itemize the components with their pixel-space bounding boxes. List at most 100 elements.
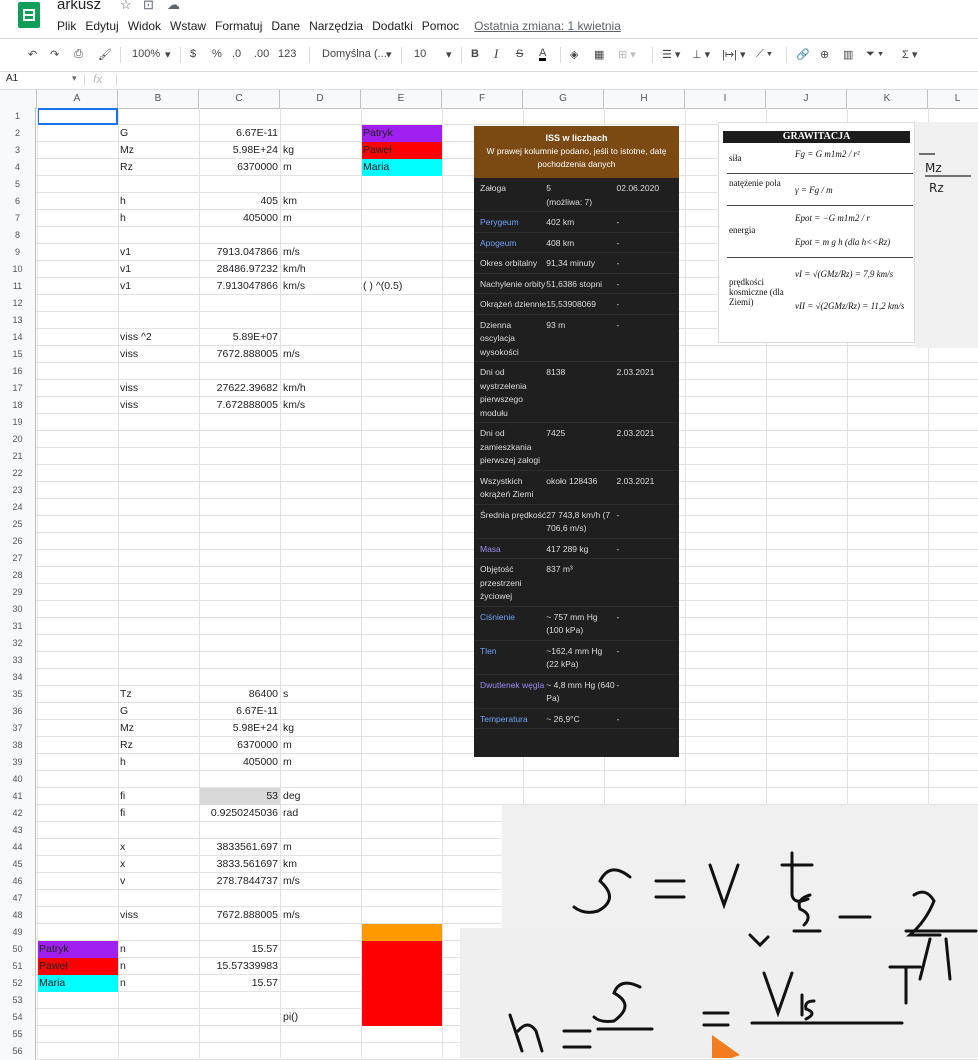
sheets-logo-icon[interactable] xyxy=(18,2,40,28)
cell-d41[interactable]: deg xyxy=(281,788,303,804)
iss-row-label[interactable]: Masa xyxy=(480,543,546,557)
font-size-select[interactable]: 10 xyxy=(414,48,426,60)
row-header[interactable]: 42 xyxy=(0,805,36,822)
row-header[interactable]: 32 xyxy=(0,635,36,652)
row-header[interactable]: 47 xyxy=(0,890,36,907)
fill-color-icon[interactable]: ◈ xyxy=(570,48,578,61)
row-header[interactable]: 3 xyxy=(0,142,36,159)
text-color-button[interactable]: A xyxy=(539,48,547,61)
row-header[interactable]: 38 xyxy=(0,737,36,754)
cell-b18[interactable]: viss xyxy=(118,397,140,413)
zoom-chevron-down-icon[interactable]: ▾ xyxy=(165,48,171,61)
row-header[interactable]: 29 xyxy=(0,584,36,601)
row-header[interactable]: 50 xyxy=(0,941,36,958)
iss-row-label[interactable]: Tlen xyxy=(480,645,546,672)
document-title[interactable]: arkusz xyxy=(57,0,101,13)
cell-c15[interactable]: 7672.888005 xyxy=(199,346,280,362)
row-header[interactable]: 18 xyxy=(0,397,36,414)
column-header-f[interactable]: F xyxy=(442,90,523,108)
cell-c2[interactable]: 6.67E-11 xyxy=(199,125,280,141)
cell-c37[interactable]: 5.98E+24 xyxy=(199,720,280,736)
cell-c51[interactable]: 15.57339983 xyxy=(199,958,280,974)
row-header[interactable]: 5 xyxy=(0,176,36,193)
align-horizontal-icon[interactable]: ☰ ▾ xyxy=(662,48,680,61)
cell-c46[interactable]: 278.7844737 xyxy=(199,873,280,889)
cell-d4[interactable]: m xyxy=(281,159,294,175)
row-header[interactable]: 4 xyxy=(0,159,36,176)
cell-b15[interactable]: viss xyxy=(118,346,140,362)
row-header[interactable]: 51 xyxy=(0,958,36,975)
print-icon[interactable]: ⎙ xyxy=(74,48,83,61)
cell-a52[interactable]: Maria xyxy=(37,975,118,991)
cell-d11[interactable]: km/s xyxy=(281,278,307,294)
row-header[interactable]: 35 xyxy=(0,686,36,703)
column-header-k[interactable]: K xyxy=(847,90,928,108)
cell-b48[interactable]: viss xyxy=(118,907,140,923)
row-header[interactable]: 36 xyxy=(0,703,36,720)
row-header[interactable]: 10 xyxy=(0,261,36,278)
row-header[interactable]: 26 xyxy=(0,533,36,550)
percent-button[interactable]: % xyxy=(212,48,222,60)
row-header[interactable]: 44 xyxy=(0,839,36,856)
column-header-e[interactable]: E xyxy=(361,90,442,108)
cell-c35[interactable]: 86400 xyxy=(199,686,280,702)
iss-row-label[interactable]: Perygeum xyxy=(480,216,546,230)
column-header-g[interactable]: G xyxy=(523,90,604,108)
menu-view[interactable]: Widok xyxy=(128,19,161,35)
cell-c18[interactable]: 7.672888005 xyxy=(199,397,280,413)
column-header-c[interactable]: C xyxy=(199,90,280,108)
name-box-chevron-down-icon[interactable]: ▾ xyxy=(72,73,77,84)
row-header[interactable]: 54 xyxy=(0,1009,36,1026)
row-header[interactable]: 49 xyxy=(0,924,36,941)
row-header[interactable]: 13 xyxy=(0,312,36,329)
cell-c36[interactable]: 6.67E-11 xyxy=(199,703,280,719)
insert-link-icon[interactable]: 🔗 xyxy=(796,48,810,61)
iss-row-label[interactable]: Ciśnienie xyxy=(480,611,546,638)
row-header[interactable]: 17 xyxy=(0,380,36,397)
star-icon[interactable]: ☆ xyxy=(120,0,132,13)
row-header[interactable]: 19 xyxy=(0,414,36,431)
cell-d48[interactable]: m/s xyxy=(281,907,302,923)
row-header[interactable]: 40 xyxy=(0,771,36,788)
cell-b50[interactable]: n xyxy=(118,941,128,957)
decrease-decimal-button[interactable]: .0 xyxy=(232,48,241,60)
cell-d9[interactable]: m/s xyxy=(281,244,302,260)
menu-tools[interactable]: Narzędzia xyxy=(309,19,363,35)
align-vertical-icon[interactable]: ⊥ ▾ xyxy=(692,48,710,61)
cell-d18[interactable]: km/s xyxy=(281,397,307,413)
cell-b14[interactable]: viss ^2 xyxy=(118,329,154,345)
cell-c44[interactable]: 3833561.697 xyxy=(199,839,280,855)
cell-b4[interactable]: Rz xyxy=(118,159,135,175)
cell-b45[interactable]: x xyxy=(118,856,127,872)
cell-a51[interactable]: Paweł xyxy=(37,958,118,974)
paint-format-icon[interactable]: 🖌 xyxy=(98,48,112,61)
row-header[interactable]: 1 xyxy=(0,108,36,125)
row-header[interactable]: 15 xyxy=(0,346,36,363)
cell-b44[interactable]: x xyxy=(118,839,127,855)
font-chevron-down-icon[interactable]: ▾ xyxy=(386,48,392,61)
cell-e11[interactable]: ( ) ^(0.5) xyxy=(361,278,442,294)
cell-d15[interactable]: m/s xyxy=(281,346,302,362)
font-select[interactable]: Domyślna (... xyxy=(322,48,387,60)
row-header[interactable]: 27 xyxy=(0,550,36,567)
cell-c48[interactable]: 7672.888005 xyxy=(199,907,280,923)
cell-c17[interactable]: 27622.39682 xyxy=(199,380,280,396)
cell-d6[interactable]: km xyxy=(281,193,299,209)
merge-cells-icon[interactable]: ⊞ ▾ xyxy=(618,48,636,61)
row-header[interactable]: 11 xyxy=(0,278,36,295)
menu-insert[interactable]: Wstaw xyxy=(170,19,206,35)
cell-b35[interactable]: Tz xyxy=(118,686,134,702)
row-header[interactable]: 55 xyxy=(0,1026,36,1043)
cell-c7[interactable]: 405000 xyxy=(199,210,280,226)
selected-cell-a1[interactable] xyxy=(37,108,118,125)
row-header[interactable]: 43 xyxy=(0,822,36,839)
cell-d37[interactable]: kg xyxy=(281,720,296,736)
cell-b41[interactable]: fi xyxy=(118,788,127,804)
cell-c39[interactable]: 405000 xyxy=(199,754,280,770)
cell-b9[interactable]: v1 xyxy=(118,244,133,260)
redo-icon[interactable]: ↷ xyxy=(50,48,59,61)
cell-b3[interactable]: Mz xyxy=(118,142,136,158)
move-icon[interactable]: ⊡ xyxy=(143,0,154,13)
row-header[interactable]: 46 xyxy=(0,873,36,890)
cell-c3[interactable]: 5.98E+24 xyxy=(199,142,280,158)
